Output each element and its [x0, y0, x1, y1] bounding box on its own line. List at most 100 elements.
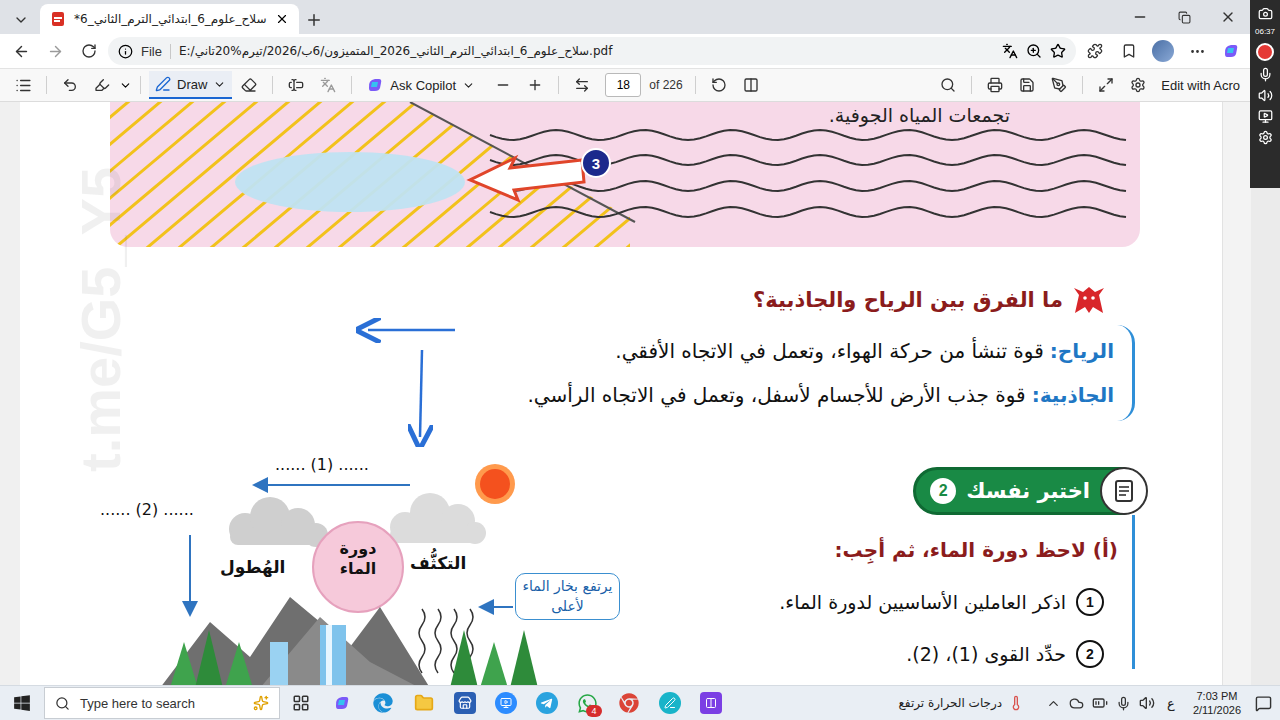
highlight-button[interactable]	[87, 71, 117, 99]
canva-app[interactable]	[649, 686, 690, 720]
zoom-icon[interactable]	[1026, 43, 1042, 59]
page-count: of 226	[649, 78, 682, 92]
speaker-icon[interactable]	[1139, 695, 1155, 711]
print-button[interactable]	[980, 71, 1010, 99]
questions-pane: اختبر نفسك2(أ) لاحظ دورة الماء، ثم أجِب:…	[640, 447, 1222, 685]
camera-icon[interactable]	[1258, 6, 1273, 21]
file-explorer-app[interactable]	[403, 686, 444, 720]
badge-icon-holder	[1100, 467, 1148, 515]
sign-button[interactable]	[1044, 71, 1074, 99]
recorder-settings-icon[interactable]	[1258, 130, 1273, 145]
zoom-app[interactable]	[485, 686, 526, 720]
chrome-app[interactable]	[608, 686, 649, 720]
back-button[interactable]	[6, 37, 36, 65]
restore-button[interactable]	[1162, 0, 1206, 34]
question-row: 1اذكر العاملين الأساسيين لدورة الماء.	[640, 587, 1118, 617]
contents-button[interactable]	[8, 71, 38, 99]
forward-button[interactable]	[40, 37, 70, 65]
recorder-audio-icon[interactable]	[1258, 88, 1273, 103]
undo-button[interactable]	[55, 71, 85, 99]
copilot-app[interactable]	[321, 686, 362, 720]
read-aloud-button[interactable]	[313, 71, 343, 99]
favorites-button[interactable]	[1114, 37, 1144, 65]
onedrive-icon[interactable]	[1069, 696, 1084, 711]
pdf-toolbar: Draw Ask Copilot 18 of 226 Edit with Acro	[0, 68, 1280, 102]
page-number-input[interactable]: 18	[605, 73, 641, 97]
microphone-icon[interactable]	[1116, 696, 1131, 711]
favorites-icon	[1121, 43, 1137, 59]
tab-title: *سلاح_علوم_6_ابتدائي_الترم_الثاني_6	[74, 12, 267, 26]
store-app[interactable]	[444, 686, 485, 720]
question-number: 1	[1076, 588, 1104, 616]
rotate-button[interactable]	[704, 71, 734, 99]
extensions-button[interactable]	[1080, 37, 1110, 65]
save-button[interactable]	[1012, 71, 1042, 99]
address-row: FileE:/سلاح_علوم_6_ابتدائي_الترم_الثاني_…	[0, 34, 1280, 68]
ask-copilot-button[interactable]: Ask Copilot	[360, 71, 481, 99]
toolbar-divider	[272, 76, 273, 94]
fullscreen-button[interactable]	[1091, 71, 1121, 99]
show-hidden-icons-icon[interactable]	[1046, 696, 1061, 711]
close-window-button[interactable]	[1206, 0, 1250, 34]
browser-tab[interactable]: *سلاح_علوم_6_ابتدائي_الترم_الثاني_6	[40, 4, 299, 34]
more-button[interactable]	[1182, 37, 1212, 65]
draw-button[interactable]: Draw	[149, 71, 232, 99]
exercise-section: ...... (1) ............ (2) ......دورة ا…	[20, 447, 1222, 685]
reload-button[interactable]	[74, 37, 104, 65]
copilot-app-icon	[333, 694, 351, 712]
weather-widget[interactable]: درجات الحرارة ترتفع	[898, 695, 1024, 711]
profile-button[interactable]	[1148, 37, 1178, 65]
test-yourself-badge: اختبر نفسك2	[913, 467, 1145, 515]
fit-width-button[interactable]	[567, 71, 597, 99]
recorder-screen-icon[interactable]	[1258, 109, 1273, 124]
precipitation-label: الهُطول	[220, 557, 285, 577]
toolbar-divider	[695, 76, 696, 94]
tab-actions-button[interactable]	[6, 6, 36, 34]
toolbar-divider	[971, 76, 972, 94]
taskbar-search[interactable]: Type here to search	[44, 687, 280, 719]
puzzle-icon	[1087, 43, 1103, 59]
rotate-icon	[711, 77, 727, 93]
new-tab-button[interactable]	[299, 6, 329, 34]
favorite-star-icon[interactable]	[1050, 43, 1066, 59]
zoom-in-button[interactable]	[520, 71, 550, 99]
text-button[interactable]	[281, 71, 311, 99]
settings-button[interactable]	[1123, 71, 1153, 99]
telegram-app[interactable]	[526, 686, 567, 720]
whatsapp-app[interactable]: 4	[567, 686, 608, 720]
restore-icon	[1178, 11, 1191, 24]
recorder-mic-icon[interactable]	[1258, 67, 1273, 82]
toolbar-divider	[558, 76, 559, 94]
minimize-button[interactable]	[1118, 0, 1162, 34]
edge-app[interactable]	[362, 686, 403, 720]
battery-icon[interactable]	[1092, 695, 1108, 711]
gear-icon	[1130, 77, 1146, 93]
erase-button[interactable]	[234, 71, 264, 99]
edit-with-acrobat-button[interactable]: Edit with Acro	[1155, 71, 1246, 99]
address-bar[interactable]: FileE:/سلاح_علوم_6_ابتدائي_الترم_الثاني_…	[108, 37, 1076, 65]
page-view-button[interactable]	[736, 71, 766, 99]
annotation-area	[20, 247, 460, 447]
task-view-button[interactable]	[280, 686, 321, 720]
pdf-toolbar-right: Edit with Acro	[766, 71, 1246, 99]
translate-icon[interactable]	[1002, 43, 1018, 59]
scrollbar[interactable]	[1222, 102, 1251, 685]
highlight-options-icon[interactable]	[119, 79, 132, 92]
minus-icon	[495, 77, 511, 93]
input-language[interactable]: ع	[1163, 696, 1179, 711]
zoom-out-button[interactable]	[488, 71, 518, 99]
media-app[interactable]	[690, 686, 731, 720]
clock[interactable]: 7:03 PM2/11/2026	[1187, 689, 1247, 717]
folder-icon	[414, 693, 434, 713]
water-cycle-diagram: ...... (1) ............ (2) ......دورة ا…	[20, 447, 640, 685]
record-button[interactable]	[1256, 43, 1274, 61]
find-button[interactable]	[933, 71, 963, 99]
definition-line: الرياح:قوة تنشأ من حركة الهواء، وتعمل في…	[460, 329, 1114, 373]
pdf-page: t.me/G5_Y5تجمعات المياه الجوفية.3ما الفر…	[20, 102, 1222, 685]
viewer-gutter	[0, 102, 20, 685]
notifications-icon[interactable]	[1255, 695, 1272, 712]
screen: *سلاح_علوم_6_ابتدائي_الترم_الثاني_6 FileE…	[0, 0, 1280, 720]
copilot-button[interactable]	[1216, 37, 1246, 65]
start-button[interactable]	[0, 686, 44, 720]
close-tab-icon[interactable]	[275, 12, 289, 26]
